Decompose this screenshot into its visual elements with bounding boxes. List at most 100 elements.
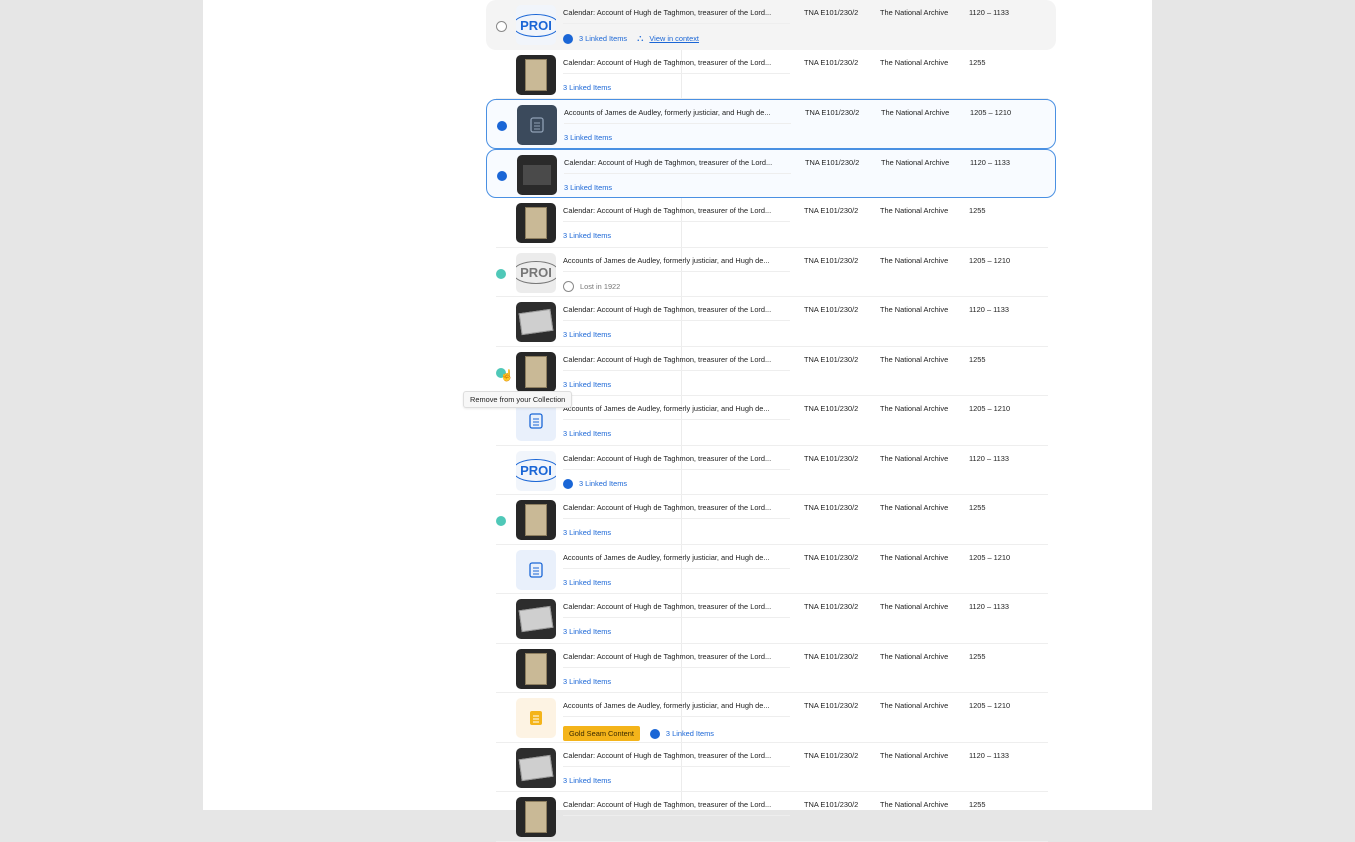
thumbnail[interactable] xyxy=(516,54,556,95)
archive: The National Archive xyxy=(880,453,949,463)
record-title[interactable]: Calendar: Account of Hugh de Taghmon, tr… xyxy=(564,158,791,174)
thumbnail[interactable] xyxy=(516,797,556,837)
record-title[interactable]: Accounts of James de Audley, formerly ju… xyxy=(563,404,790,420)
list-item-selected[interactable]: Accounts of James de Audley, formerly ju… xyxy=(486,99,1056,149)
linked-items-link[interactable]: 3 Linked Items xyxy=(579,479,627,488)
record-title[interactable]: Calendar: Account of Hugh de Taghmon, tr… xyxy=(563,8,790,24)
archive: The National Archive xyxy=(880,404,949,413)
reference: TNA E101/230/2 xyxy=(804,354,859,364)
proi-logo: PROI xyxy=(516,261,556,284)
record-title[interactable]: Calendar: Account of Hugh de Taghmon, tr… xyxy=(563,503,790,519)
record-title[interactable]: Calendar: Account of Hugh de Taghmon, tr… xyxy=(563,652,790,668)
linked-items-link[interactable]: 3 Linked Items xyxy=(563,677,611,686)
list-item[interactable]: Calendar: Account of Hugh de Taghmon, tr… xyxy=(496,297,1048,347)
record-title[interactable]: Calendar: Account of Hugh de Taghmon, tr… xyxy=(563,206,790,222)
archive: The National Archive xyxy=(880,701,949,710)
lost-label: Lost in 1922 xyxy=(580,281,621,291)
list-item[interactable]: Calendar: Account of Hugh de Taghmon, tr… xyxy=(496,50,1048,99)
view-in-context-link[interactable]: View in context xyxy=(649,34,699,43)
hand-cursor-icon: ☝ xyxy=(500,370,514,382)
thumbnail[interactable]: PROI xyxy=(516,450,556,491)
reference: TNA E101/230/2 xyxy=(804,701,859,710)
thumbnail[interactable] xyxy=(517,154,557,195)
reference: TNA E101/230/2 xyxy=(804,404,859,413)
thumbnail[interactable] xyxy=(516,698,556,738)
reference: TNA E101/230/2 xyxy=(804,552,859,562)
list-item[interactable]: PROI Calendar: Account of Hugh de Taghmo… xyxy=(486,0,1056,50)
list-item[interactable]: Accounts of James de Audley, formerly ju… xyxy=(496,693,1048,743)
linked-dot-icon xyxy=(649,728,660,739)
record-title[interactable]: Calendar: Account of Hugh de Taghmon, tr… xyxy=(563,602,790,618)
archive: The National Archive xyxy=(880,8,949,17)
thumbnail[interactable]: PROI xyxy=(516,252,556,293)
hierarchy-icon: ⛬ xyxy=(637,33,644,43)
list-item[interactable]: Calendar: Account of Hugh de Taghmon, tr… xyxy=(496,495,1048,545)
list-item[interactable]: Calendar: Account of Hugh de Taghmon, tr… xyxy=(496,347,1048,396)
linked-items-link[interactable]: 3 Linked Items xyxy=(563,231,611,240)
list-item[interactable]: Accounts of James de Audley, formerly ju… xyxy=(496,396,1048,446)
linked-items-link[interactable]: 3 Linked Items xyxy=(563,380,611,389)
archive: The National Archive xyxy=(880,305,949,314)
record-title[interactable]: Calendar: Account of Hugh de Taghmon, tr… xyxy=(563,355,790,371)
reference: TNA E101/230/2 xyxy=(805,108,860,117)
collection-dot-icon[interactable] xyxy=(496,268,506,279)
thumbnail[interactable] xyxy=(516,549,556,590)
record-title[interactable]: Accounts of James de Audley, formerly ju… xyxy=(563,701,790,717)
reference: TNA E101/230/2 xyxy=(804,255,859,265)
thumbnail[interactable] xyxy=(516,351,556,392)
linked-items-link[interactable]: 3 Linked Items xyxy=(563,528,611,537)
selected-radio[interactable] xyxy=(497,121,507,131)
record-title[interactable]: Accounts of James de Audley, formerly ju… xyxy=(563,553,790,569)
list-item[interactable]: Calendar: Account of Hugh de Taghmon, tr… xyxy=(496,594,1048,644)
date: 1205 – 1210 xyxy=(969,404,1011,413)
record-title[interactable]: Calendar: Account of Hugh de Taghmon, tr… xyxy=(563,751,790,767)
record-title[interactable]: Calendar: Account of Hugh de Taghmon, tr… xyxy=(563,305,790,321)
thumbnail[interactable] xyxy=(516,599,556,639)
reference: TNA E101/230/2 xyxy=(804,602,859,611)
reference: TNA E101/230/2 xyxy=(804,453,859,463)
thumbnail[interactable] xyxy=(516,203,556,243)
record-title[interactable]: Accounts of James de Audley, formerly ju… xyxy=(564,108,791,124)
date: 1120 – 1133 xyxy=(969,602,1010,611)
linked-items-link[interactable]: 3 Linked Items xyxy=(563,83,611,92)
linked-items-link[interactable]: 3 Linked Items xyxy=(564,133,612,142)
record-title[interactable]: Accounts of James de Audley, formerly ju… xyxy=(563,256,790,272)
thumbnail[interactable]: PROI xyxy=(516,5,556,45)
archive: The National Archive xyxy=(880,255,949,265)
linked-items-link[interactable]: 3 Linked Items xyxy=(563,776,611,785)
select-radio[interactable] xyxy=(496,21,507,32)
archive: The National Archive xyxy=(880,602,949,611)
list-item[interactable]: Calendar: Account of Hugh de Taghmon, tr… xyxy=(496,198,1048,248)
linked-items-link[interactable]: 3 Linked Items xyxy=(579,34,627,43)
list-item[interactable]: PROI Accounts of James de Audley, former… xyxy=(496,248,1048,297)
date: 1255 xyxy=(969,800,986,809)
list-item[interactable]: Calendar: Account of Hugh de Taghmon, tr… xyxy=(496,743,1048,792)
document-icon xyxy=(530,117,544,133)
selected-radio[interactable] xyxy=(497,170,507,181)
list-item[interactable]: Calendar: Account of Hugh de Taghmon, tr… xyxy=(496,644,1048,693)
list-item[interactable]: PROI Calendar: Account of Hugh de Taghmo… xyxy=(496,446,1048,495)
linked-dot-icon xyxy=(563,33,573,44)
thumbnail[interactable] xyxy=(516,302,556,342)
record-title[interactable]: Calendar: Account of Hugh de Taghmon, tr… xyxy=(563,58,790,74)
record-title[interactable]: Calendar: Account of Hugh de Taghmon, tr… xyxy=(563,454,790,470)
document-icon xyxy=(529,413,543,429)
record-title[interactable]: Calendar: Account of Hugh de Taghmon, tr… xyxy=(563,800,790,816)
thumbnail[interactable] xyxy=(516,500,556,540)
date: 1255 xyxy=(969,354,986,364)
linked-items-link[interactable]: 3 Linked Items xyxy=(666,729,714,738)
archive: The National Archive xyxy=(880,800,949,809)
date: 1205 – 1210 xyxy=(970,108,1012,117)
collection-dot-icon[interactable] xyxy=(496,516,506,526)
list-item[interactable]: Calendar: Account of Hugh de Taghmon, tr… xyxy=(496,792,1048,842)
thumbnail[interactable] xyxy=(516,648,556,689)
list-item[interactable]: Accounts of James de Audley, formerly ju… xyxy=(496,545,1048,594)
thumbnail[interactable] xyxy=(517,105,557,145)
thumbnail[interactable] xyxy=(516,747,556,788)
linked-items-link[interactable]: 3 Linked Items xyxy=(563,330,611,339)
linked-items-link[interactable]: 3 Linked Items xyxy=(563,627,611,636)
list-item-selected[interactable]: Calendar: Account of Hugh de Taghmon, tr… xyxy=(486,148,1056,198)
linked-items-link[interactable]: 3 Linked Items xyxy=(563,578,611,587)
linked-items-link[interactable]: 3 Linked Items xyxy=(564,183,612,192)
linked-items-link[interactable]: 3 Linked Items xyxy=(563,429,611,438)
